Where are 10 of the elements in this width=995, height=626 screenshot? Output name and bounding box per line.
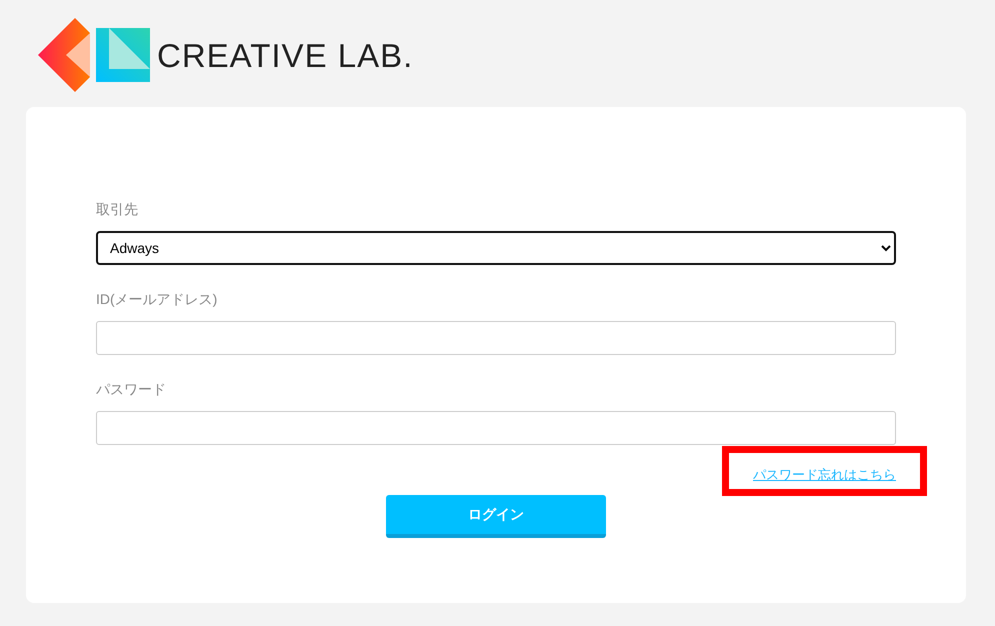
forgot-password-link[interactable]: パスワード忘れはこちら [753,467,896,483]
company-select[interactable]: Adways [96,231,896,265]
field-label: ID(メールアドレス) [96,291,218,307]
login-button[interactable]: ログイン [386,495,606,538]
id-input-field[interactable] [96,321,896,355]
password-input-field[interactable] [96,411,896,445]
field-label: パスワード [96,381,167,397]
logo-icon [38,18,150,92]
field-label: 取引先 [96,201,139,217]
logo-text: CREATIVE LAB. [157,38,414,72]
